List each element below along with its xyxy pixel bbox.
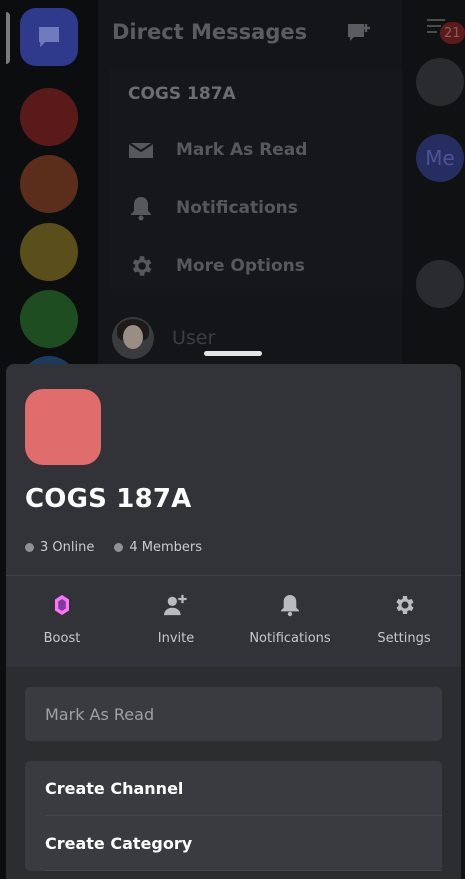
- dm-context-menu: COGS 187A Mark As Read Notifications Mor…: [110, 68, 402, 294]
- action-label: Invite: [157, 631, 195, 646]
- notifications-button[interactable]: Notifications: [235, 588, 345, 646]
- dm-user-name: User: [172, 327, 216, 349]
- context-item-label: More Options: [176, 256, 305, 276]
- mark-read-card: Mark As Read: [25, 687, 442, 741]
- rail-selection-indicator: [6, 12, 10, 64]
- sheet-drag-handle[interactable]: [204, 351, 262, 356]
- action-label: Boost: [43, 631, 81, 646]
- add-user-icon: [164, 594, 187, 616]
- bell-icon: [131, 197, 151, 221]
- context-item-label: Notifications: [176, 198, 298, 218]
- server-icon-4[interactable]: [20, 290, 78, 348]
- sheet-options-area: Mark As Read Create Channel Create Categ…: [6, 667, 461, 879]
- status-dot: [25, 543, 34, 552]
- action-label: Settings: [377, 631, 431, 646]
- server-name: COGS 187A: [25, 484, 192, 514]
- direct-messages-button[interactable]: [20, 8, 78, 66]
- server-actions: Boost Invite Notifications Settings: [6, 588, 461, 658]
- member-count-text: 4 Members: [129, 540, 202, 555]
- gear-icon: [132, 256, 152, 276]
- bell-icon: [281, 595, 299, 617]
- divider: [45, 870, 442, 871]
- online-count-text: 3 Online: [40, 540, 95, 555]
- boost-gem-icon: [55, 595, 69, 615]
- boost-button[interactable]: Boost: [7, 588, 117, 646]
- envelope-icon: [128, 142, 154, 158]
- context-more-options[interactable]: More Options: [128, 246, 305, 286]
- member-count: 4 Members: [114, 540, 202, 555]
- status-dot: [114, 543, 124, 552]
- unread-badge: 21: [440, 22, 465, 44]
- avatar: [112, 317, 154, 359]
- action-label: Notifications: [249, 631, 331, 646]
- context-notifications[interactable]: Notifications: [128, 188, 298, 228]
- new-message-icon[interactable]: [346, 22, 372, 44]
- context-mark-as-read[interactable]: Mark As Read: [128, 130, 307, 170]
- invite-button[interactable]: Invite: [121, 588, 231, 646]
- context-menu-title: COGS 187A: [128, 84, 236, 104]
- server-icon: [25, 389, 101, 465]
- create-channel-button[interactable]: Create Channel: [25, 761, 442, 815]
- chat-bubble-icon: [39, 27, 59, 47]
- server-icon-2[interactable]: [20, 155, 78, 213]
- context-item-label: Mark As Read: [176, 140, 308, 160]
- server-icon-3[interactable]: [20, 223, 78, 281]
- create-category-button[interactable]: Create Category: [25, 816, 442, 870]
- create-card: Create Channel Create Category: [25, 761, 442, 871]
- divider: [6, 575, 461, 576]
- server-stats: 3 Online 4 Members: [25, 540, 222, 555]
- settings-button[interactable]: Settings: [349, 588, 459, 646]
- dm-title: Direct Messages: [112, 20, 308, 44]
- avatar[interactable]: [416, 260, 464, 308]
- server-bottom-sheet: COGS 187A 3 Online 4 Members Boost Invit…: [6, 364, 461, 879]
- gear-icon: [396, 596, 414, 614]
- avatar[interactable]: [416, 58, 464, 106]
- online-count: 3 Online: [25, 540, 94, 555]
- me-avatar[interactable]: Me: [416, 134, 464, 182]
- server-icon-1[interactable]: [20, 88, 78, 146]
- mark-as-read-button[interactable]: Mark As Read: [25, 687, 442, 741]
